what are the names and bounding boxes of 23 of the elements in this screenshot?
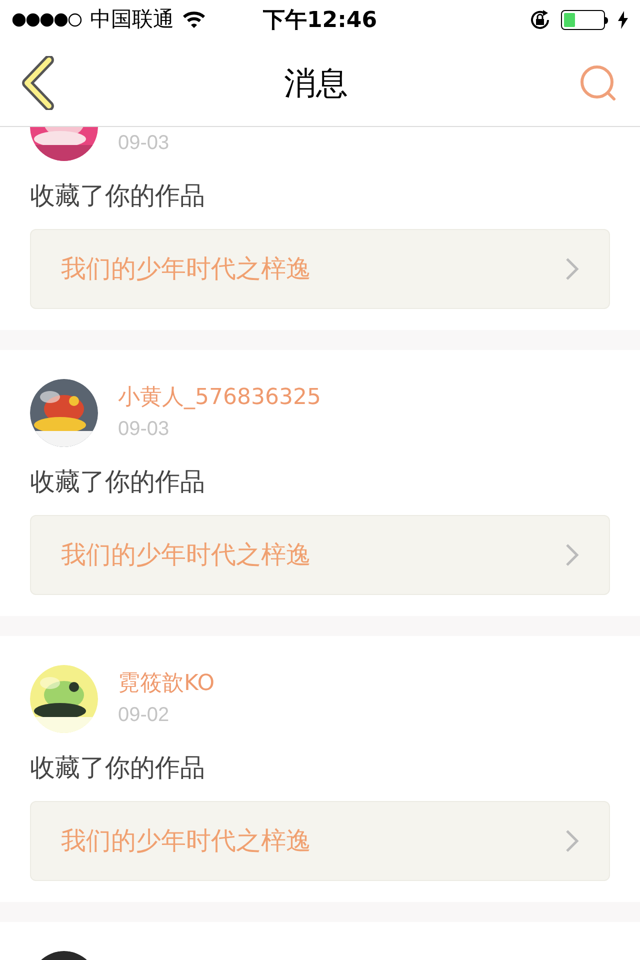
message-date: 09-02 — [118, 703, 170, 728]
back-button[interactable] — [20, 55, 56, 111]
message-date: 09-03 — [118, 417, 170, 442]
work-link[interactable]: 我们的少年时代之梓逸 — [30, 228, 610, 308]
signal-icon — [12, 13, 82, 27]
chevron-right-icon — [565, 256, 579, 280]
user-name[interactable]: 小黄人_576836325 — [118, 380, 321, 414]
rotation-lock-icon — [529, 9, 551, 31]
battery-icon — [561, 10, 608, 30]
wifi-icon — [182, 11, 206, 29]
message-text: 收藏了你的作品 — [30, 180, 206, 212]
work-link[interactable]: 我们的少年时代之梓逸 — [30, 800, 610, 880]
charging-icon — [618, 11, 628, 29]
work-link[interactable]: 我们的少年时代之梓逸 — [30, 514, 610, 594]
status-time: 下午12:46 — [262, 6, 378, 34]
user-name[interactable]: 霓筱歆KO — [118, 666, 215, 700]
carrier-name: 中国联通 — [90, 6, 174, 34]
message-text: 收藏了你的作品 — [30, 752, 206, 784]
message-text: 收藏了你的作品 — [30, 466, 206, 498]
chevron-right-icon — [565, 542, 579, 566]
page-title: 消息 — [284, 63, 348, 104]
message-date: 09-03 — [118, 131, 170, 156]
chevron-right-icon — [565, 828, 579, 852]
